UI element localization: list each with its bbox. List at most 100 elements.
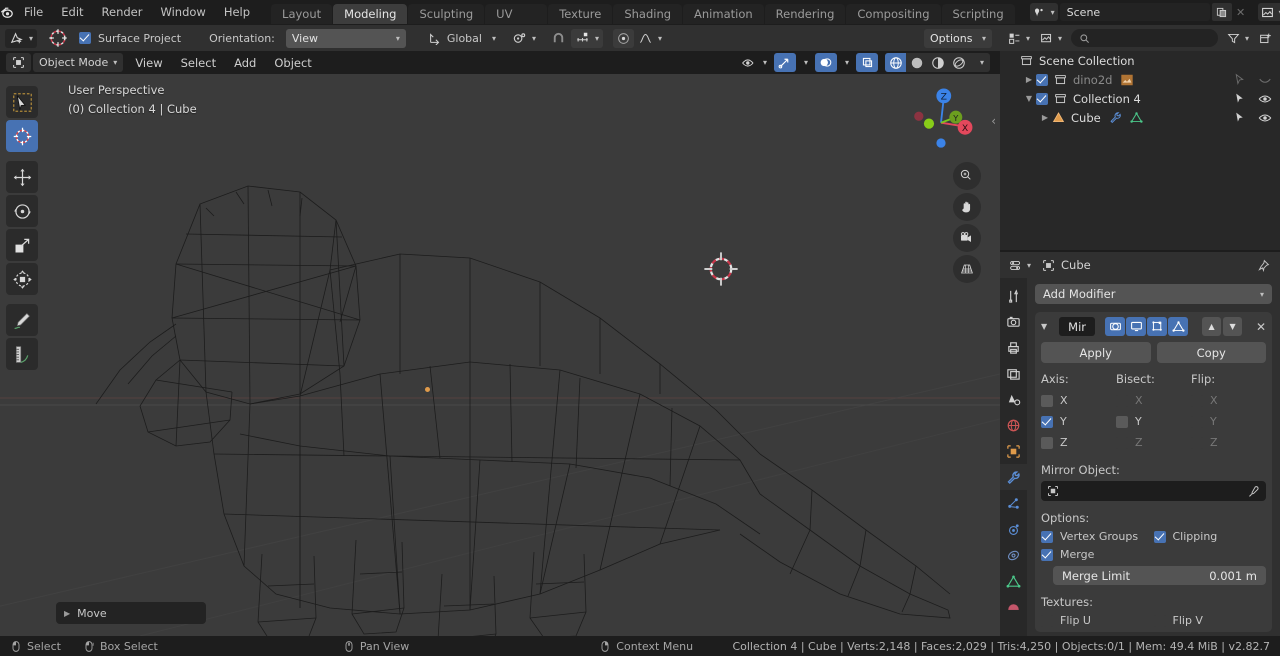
modifier-tab[interactable] (1000, 464, 1027, 490)
properties-editor-icon[interactable]: ▾ (1006, 256, 1035, 274)
workspace-tab-shading[interactable]: Shading (613, 4, 683, 24)
pan-button[interactable] (953, 193, 981, 221)
orientation-dropdown[interactable]: View ▾ (285, 28, 406, 48)
workspace-tab-compositing[interactable]: Compositing (846, 4, 941, 24)
shading-solid-button[interactable] (906, 53, 927, 72)
axis-z-row[interactable]: Z (1041, 432, 1116, 453)
mirror-object-field[interactable] (1041, 481, 1266, 501)
flip-y-checkbox[interactable] (1190, 415, 1203, 428)
3d-viewport[interactable]: User Perspective (0) Collection 4 | Cube (0, 74, 1000, 636)
gizmo-icon[interactable] (773, 53, 796, 72)
proportional-edit-icon[interactable] (613, 28, 635, 48)
bisect-x-row[interactable]: X (1115, 390, 1191, 411)
menu-item-window[interactable]: Window (151, 0, 214, 24)
tool-tab[interactable] (1000, 282, 1027, 308)
surface-project-checkbox[interactable] (79, 32, 92, 44)
view-layer-selector[interactable]: ▾ View Layer ✕ (1257, 3, 1280, 21)
cursor-tool-icon[interactable]: ▾ (5, 28, 38, 48)
copy-button[interactable]: Copy (1156, 342, 1266, 363)
outliner-row-collection-4[interactable]: ▼ Collection 4 (1000, 89, 1280, 108)
scene-selector[interactable]: ▾ Scene ✕ (1029, 3, 1250, 21)
wrench-icon[interactable] (1109, 111, 1122, 124)
on-cage-vertex-toggle[interactable] (1168, 317, 1189, 336)
output-tab[interactable] (1000, 334, 1027, 360)
workspace-tab-texture-paint[interactable]: Texture Paint (548, 4, 613, 41)
shading-rendered-button[interactable] (948, 53, 969, 72)
row-checkbox[interactable] (1036, 73, 1048, 86)
operator-redo-panel[interactable]: ▶ Move (56, 602, 206, 624)
disclosure-triangle[interactable]: ▶ (1038, 113, 1052, 122)
shading-options-caret[interactable]: ▾ (969, 53, 990, 72)
toggle-perspective-button[interactable] (953, 255, 981, 283)
bisect-z-row[interactable]: Z (1115, 432, 1191, 453)
editor-type-icon[interactable] (6, 53, 31, 72)
flip-x-row[interactable]: X (1190, 390, 1266, 411)
options-dropdown[interactable]: Options ▾ (924, 28, 992, 48)
workspace-tab-rendering[interactable]: Rendering (764, 4, 846, 24)
arrow-up-icon[interactable]: ▲ (1202, 317, 1222, 336)
snap-target-dropdown[interactable]: ▾ (571, 28, 604, 48)
close-icon[interactable]: ✕ (1256, 320, 1266, 334)
merge-limit-field[interactable]: Merge Limit 0.001 m (1053, 566, 1266, 585)
add-modifier-button[interactable]: Add Modifier ▾ (1035, 284, 1272, 304)
axis-y-checkbox[interactable] (1041, 415, 1053, 428)
blender-logo-icon[interactable] (0, 0, 15, 24)
apply-button[interactable]: Apply (1041, 342, 1151, 363)
flip-v-toggle[interactable]: Flip V (1153, 614, 1267, 627)
workspace-tab-modeling[interactable]: Modeling (333, 4, 408, 24)
edit-mode-toggle[interactable] (1147, 317, 1168, 336)
modifier-name-field[interactable]: Mir (1059, 317, 1096, 336)
constraints-tab[interactable] (1000, 542, 1027, 568)
menu-item-file[interactable]: File (15, 0, 52, 24)
zoom-button[interactable] (953, 162, 981, 190)
cursor-icon[interactable] (1233, 111, 1246, 124)
viewport-menu-view[interactable]: View (126, 56, 171, 70)
overlays-icon[interactable] (814, 53, 837, 72)
falloff-curve-dropdown[interactable]: ▾ (638, 31, 662, 45)
workspace-tab-animation[interactable]: Animation (683, 4, 764, 24)
properties-editor[interactable]: ▾ Cube Add Modifier ▾ ▼ Mir ▲ ▼ ✕ Apply … (1000, 252, 1280, 636)
view-layer-icon[interactable]: ▾ (1257, 3, 1280, 21)
object-mode-dropdown[interactable]: Object Mode ▾ (33, 53, 124, 72)
merge-toggle[interactable]: Merge (1041, 548, 1266, 561)
outliner-row-cube[interactable]: ▶ Cube (1000, 108, 1280, 127)
outliner-editor[interactable]: ▾ ▾ ▾ Scene Collection ▶ dino2d ▼ Collection… (1000, 25, 1280, 250)
display-viewport-toggle[interactable] (1126, 317, 1147, 336)
bisect-y-row[interactable]: Y (1115, 411, 1191, 432)
flip-v-checkbox[interactable] (1153, 614, 1166, 627)
camera-view-button[interactable] (953, 224, 981, 252)
flip-x-checkbox[interactable] (1190, 394, 1203, 407)
vertex-groups-checkbox[interactable] (1041, 530, 1053, 543)
bisect-y-checkbox[interactable] (1115, 415, 1128, 428)
flip-y-row[interactable]: Y (1190, 411, 1266, 432)
search-input[interactable] (1071, 29, 1218, 47)
filter-funnel-icon[interactable]: ▾ (1223, 29, 1252, 47)
workspace-tab-scripting[interactable]: Scripting (941, 4, 1015, 24)
flip-u-checkbox[interactable] (1041, 614, 1053, 627)
merge-checkbox[interactable] (1041, 548, 1053, 561)
chevron-down-icon[interactable]: ▼ (1041, 322, 1047, 331)
disclosure-triangle[interactable]: ▼ (1022, 94, 1036, 103)
xray-icon[interactable] (856, 53, 878, 72)
image-icon[interactable] (1120, 73, 1134, 87)
vertex-groups-toggle[interactable]: Vertex Groups (1041, 530, 1154, 543)
new-collection-icon[interactable] (1256, 29, 1275, 47)
shading-material-button[interactable] (927, 53, 948, 72)
eye-closed-icon[interactable] (1258, 73, 1272, 87)
cursor-icon[interactable] (1233, 92, 1246, 105)
arrow-down-icon[interactable]: ▼ (1223, 317, 1243, 336)
sidebar-toggle-arrow[interactable]: ‹ (991, 114, 996, 128)
shading-mode-group[interactable]: ▾ (885, 53, 990, 72)
axis-y-row[interactable]: Y (1041, 411, 1116, 432)
flip-u-toggle[interactable]: Flip U (1041, 614, 1154, 627)
pin-icon[interactable] (1257, 259, 1274, 272)
workspace-tab-layout[interactable]: Layout (271, 4, 333, 24)
duplicate-icon[interactable] (1211, 3, 1232, 21)
viewport-menu-select[interactable]: Select (172, 56, 225, 70)
snap-magnet-icon[interactable] (548, 29, 568, 48)
data-tab[interactable] (1000, 568, 1027, 594)
eye-icon[interactable] (1258, 111, 1272, 125)
bisect-x-checkbox[interactable] (1115, 394, 1128, 407)
filter-id-icon[interactable]: ▾ (1037, 29, 1066, 47)
physics-tab[interactable] (1000, 516, 1027, 542)
